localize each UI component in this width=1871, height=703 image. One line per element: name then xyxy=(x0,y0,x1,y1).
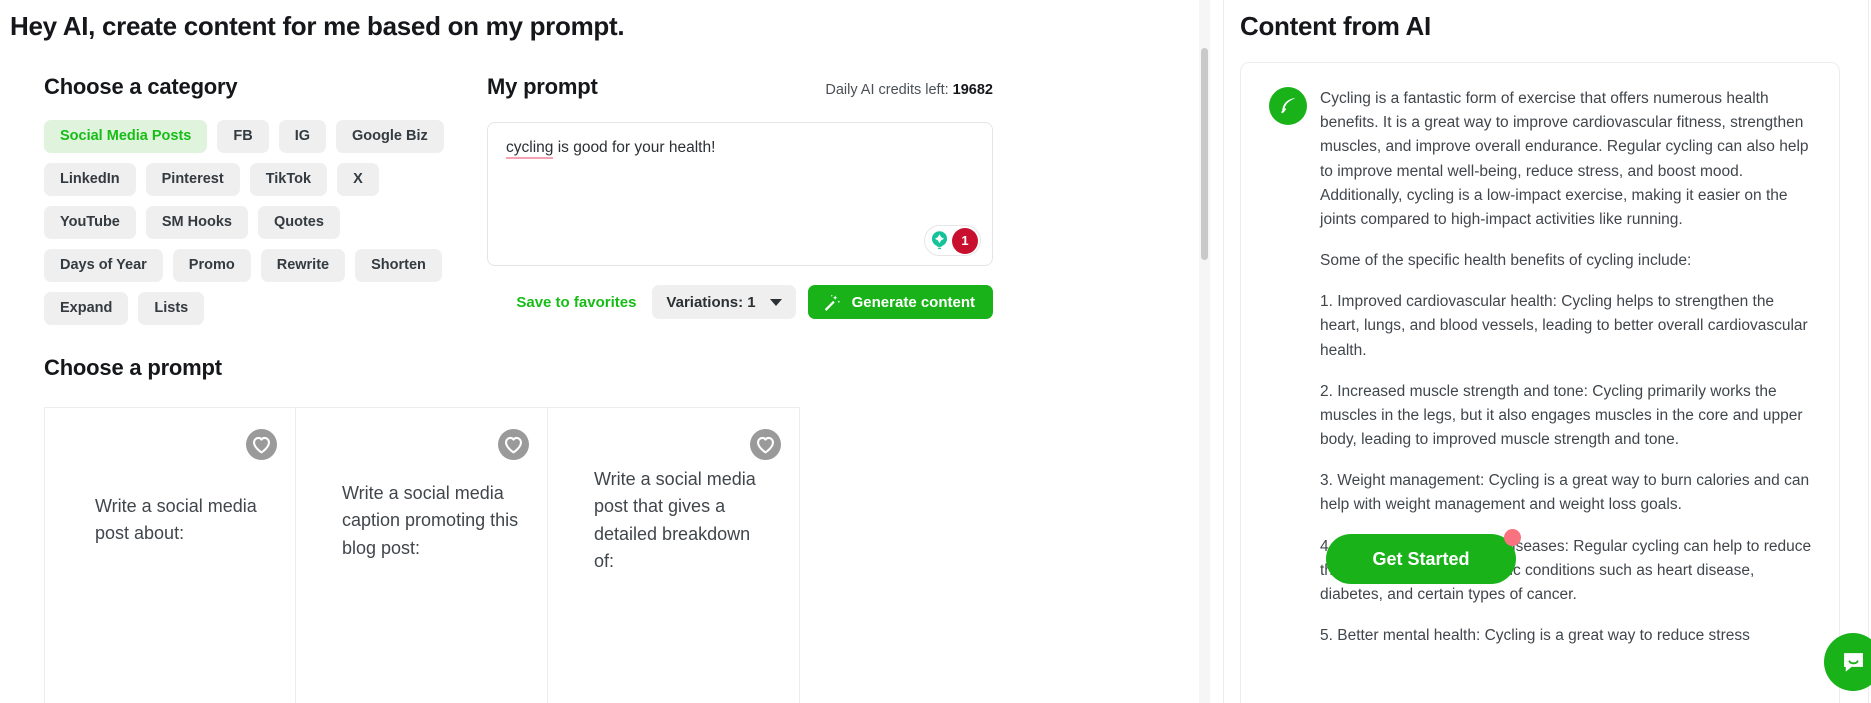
left-panel: Hey AI, create content for me based on m… xyxy=(0,0,1210,703)
prompt-card[interactable]: Write a social media post that gives a d… xyxy=(548,407,800,703)
prompt-section: My prompt Daily AI credits left: 19682 c… xyxy=(487,74,993,319)
save-to-favorites-button[interactable]: Save to favorites xyxy=(512,288,640,317)
ai-paragraph: Some of the specific health benefits of … xyxy=(1320,249,1817,273)
category-chip-ig[interactable]: IG xyxy=(279,120,326,153)
category-chip-lists[interactable]: Lists xyxy=(138,292,204,325)
ai-paragraph: 1. Improved cardiovascular health: Cycli… xyxy=(1320,290,1817,363)
ai-paragraph: 5. Better mental health: Cycling is a gr… xyxy=(1320,624,1817,648)
app-root: Hey AI, create content for me based on m… xyxy=(0,0,1871,703)
category-chip-google-biz[interactable]: Google Biz xyxy=(336,120,444,153)
ai-paragraph: 3. Weight management: Cycling is a great… xyxy=(1320,469,1817,517)
ai-panel-title: Content from AI xyxy=(1240,11,1431,42)
generate-content-label: Generate content xyxy=(852,294,975,311)
left-panel-scrollbar-thumb[interactable] xyxy=(1201,48,1208,260)
category-chip-quotes[interactable]: Quotes xyxy=(258,206,340,239)
prompt-card-text: Write a social media caption promoting t… xyxy=(342,480,521,562)
prompt-header: My prompt Daily AI credits left: 19682 xyxy=(487,74,993,100)
prompt-card-text: Write a social media post about: xyxy=(95,493,269,548)
favorite-heart-icon[interactable] xyxy=(750,429,781,460)
page-title: Hey AI, create content for me based on m… xyxy=(10,11,624,42)
variations-label: Variations: 1 xyxy=(666,294,755,311)
category-chip-pinterest[interactable]: Pinterest xyxy=(146,163,240,196)
prompt-card[interactable]: Write a social media caption promoting t… xyxy=(296,407,548,703)
prompt-card-list: Write a social media post about: Write a… xyxy=(44,407,1174,703)
daily-credits: Daily AI credits left: 19682 xyxy=(825,82,993,98)
category-chip-expand[interactable]: Expand xyxy=(44,292,128,325)
prompts-section: Choose a prompt Write a social media pos… xyxy=(44,355,1174,703)
category-chip-days-of-year[interactable]: Days of Year xyxy=(44,249,163,282)
get-started-label: Get Started xyxy=(1372,549,1469,570)
prompt-input[interactable]: cycling is good for your health! 1 xyxy=(487,122,993,266)
category-chip-shorten[interactable]: Shorten xyxy=(355,249,442,282)
prompts-section-title: Choose a prompt xyxy=(44,355,1174,381)
prompt-input-rest: is good for your health! xyxy=(553,139,715,156)
prompt-card-text: Write a social media post that gives a d… xyxy=(594,466,773,575)
heart-icon xyxy=(504,436,523,454)
category-chip-promo[interactable]: Promo xyxy=(173,249,251,282)
grammarly-suggestion-badge[interactable]: 1 xyxy=(952,228,978,254)
chevron-down-icon xyxy=(770,299,782,306)
category-chip-linkedin[interactable]: LinkedIn xyxy=(44,163,136,196)
favorite-heart-icon[interactable] xyxy=(498,429,529,460)
category-chip-fb[interactable]: FB xyxy=(217,120,268,153)
get-started-button[interactable]: Get Started xyxy=(1326,534,1516,584)
ai-paragraph: Cycling is a fantastic form of exercise … xyxy=(1320,87,1817,232)
chat-bubble-smile-icon xyxy=(1839,648,1868,677)
ai-content-card: Cycling is a fantastic form of exercise … xyxy=(1240,62,1840,703)
right-panel-edge xyxy=(1868,0,1869,703)
notification-dot-icon xyxy=(1504,529,1521,546)
category-chip-social-media-posts[interactable]: Social Media Posts xyxy=(44,120,207,153)
category-chip-tiktok[interactable]: TikTok xyxy=(250,163,327,196)
category-chip-x[interactable]: X xyxy=(337,163,379,196)
misspelled-word: cycling xyxy=(506,139,553,159)
prompt-section-title: My prompt xyxy=(487,74,598,100)
category-chip-rewrite[interactable]: Rewrite xyxy=(261,249,345,282)
ai-avatar xyxy=(1269,87,1307,125)
right-panel: Content from AI Cycling is a fantastic f… xyxy=(1224,0,1871,703)
category-section-title: Choose a category xyxy=(44,74,464,100)
feather-quill-icon xyxy=(1277,95,1300,118)
grammarly-widget[interactable]: 1 xyxy=(924,225,981,256)
variations-dropdown[interactable]: Variations: 1 xyxy=(652,285,795,319)
heart-icon xyxy=(252,436,271,454)
daily-credits-value: 19682 xyxy=(953,82,993,98)
magic-wand-icon xyxy=(822,293,841,312)
ai-paragraph: 2. Increased muscle strength and tone: C… xyxy=(1320,380,1817,453)
prompt-actions: Save to favorites Variations: 1 Generate… xyxy=(487,285,993,319)
heart-icon xyxy=(756,436,775,454)
lightbulb-icon xyxy=(929,230,950,251)
daily-credits-label: Daily AI credits left: xyxy=(825,82,948,98)
category-chip-youtube[interactable]: YouTube xyxy=(44,206,136,239)
category-chip-list: Social Media Posts FB IG Google Biz Link… xyxy=(44,120,444,325)
prompt-card[interactable]: Write a social media post about: xyxy=(44,407,296,703)
generate-content-button[interactable]: Generate content xyxy=(808,285,993,319)
category-section: Choose a category Social Media Posts FB … xyxy=(44,74,464,325)
category-chip-sm-hooks[interactable]: SM Hooks xyxy=(146,206,248,239)
favorite-heart-icon[interactable] xyxy=(246,429,277,460)
prompt-input-value: cycling is good for your health! xyxy=(506,136,974,159)
